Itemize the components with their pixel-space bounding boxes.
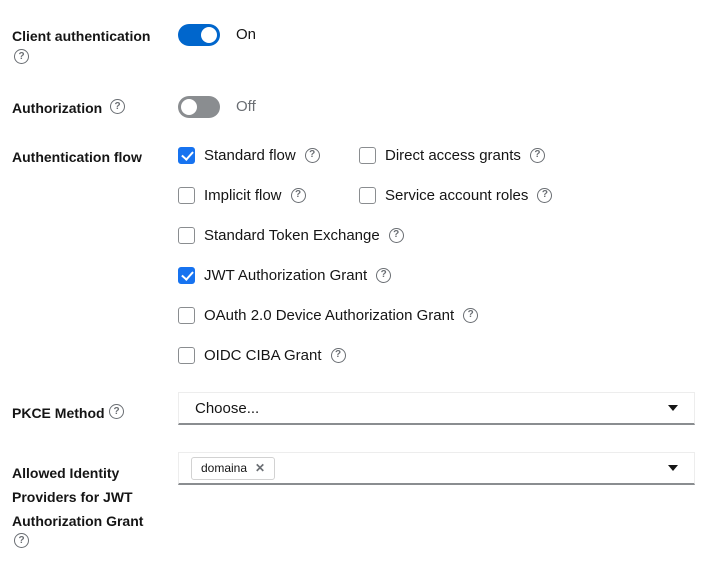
chip-domaina: domaina ✕ [191,456,276,480]
authorization-label: Authorization [12,100,103,116]
help-icon[interactable]: ? [376,267,392,283]
chip-label: domaina [201,461,248,475]
checkbox-label: OIDC CIBA Grant [204,346,322,364]
help-icon[interactable]: ? [109,404,124,419]
checkbox-service-account-roles[interactable]: Service account roles ? [359,186,553,204]
authorization-toggle[interactable] [178,96,220,118]
checkbox-oauth-device-authorization-grant[interactable]: OAuth 2.0 Device Authorization Grant ? [178,306,479,324]
checkbox-standard-flow[interactable]: Standard flow ? [178,146,320,164]
checkbox[interactable] [178,146,195,164]
checkbox[interactable] [178,226,195,244]
pkce-method-label: PKCE Method [12,405,105,421]
checkbox-label: Direct access grants [385,146,521,164]
checkbox-jwt-authorization-grant[interactable]: JWT Authorization Grant ? [178,266,392,284]
client-authentication-state: On [236,26,257,43]
pkce-method-selected-value: Choose... [195,399,260,417]
help-icon[interactable]: ? [290,187,306,203]
checkbox-label: OAuth 2.0 Device Authorization Grant [204,306,455,324]
allowed-identity-providers-multiselect[interactable]: domaina ✕ [178,452,695,485]
checkbox-standard-token-exchange[interactable]: Standard Token Exchange ? [178,226,404,244]
chevron-down-icon [668,405,678,411]
checkbox-label: Implicit flow [204,186,282,204]
help-icon[interactable]: ? [537,187,553,203]
toggle-knob [201,27,217,43]
help-icon[interactable]: ? [463,307,479,323]
checkbox-label: Standard Token Exchange [204,226,380,244]
authentication-flow-options: Standard flow ? Direct access grants ? I… [178,146,698,366]
checkbox-label: Standard flow [204,146,296,164]
checkbox[interactable] [178,266,195,284]
pkce-method-select[interactable]: Choose... [178,392,695,425]
close-icon[interactable]: ✕ [255,462,265,474]
help-icon[interactable]: ? [330,347,346,363]
checkbox[interactable] [178,346,195,364]
help-icon[interactable]: ? [304,147,320,163]
help-icon[interactable]: ? [529,147,545,163]
chevron-down-icon [668,465,678,471]
client-authentication-label: Client authentication [12,28,151,44]
toggle-knob [181,99,197,115]
checkbox-direct-access-grants[interactable]: Direct access grants ? [359,146,545,164]
allowed-identity-providers-label: Allowed Identity Providers for JWT Autho… [12,465,144,529]
checkbox[interactable] [359,186,376,204]
checkbox[interactable] [178,306,195,324]
authorization-state: Off [236,98,256,115]
help-icon[interactable]: ? [388,227,404,243]
client-settings-form: Client authentication ? On Authorization… [0,0,716,569]
help-icon[interactable]: ? [14,533,29,548]
checkbox-implicit-flow[interactable]: Implicit flow ? [178,186,306,204]
checkbox[interactable] [178,186,195,204]
checkbox-label: JWT Authorization Grant [204,266,368,284]
client-authentication-toggle[interactable] [178,24,220,46]
checkbox-label: Service account roles [385,186,529,204]
help-icon[interactable]: ? [110,99,125,114]
help-icon[interactable]: ? [14,49,29,64]
checkbox-oidc-ciba-grant[interactable]: OIDC CIBA Grant ? [178,346,346,364]
authentication-flow-label: Authentication flow [12,149,142,165]
checkbox[interactable] [359,146,376,164]
